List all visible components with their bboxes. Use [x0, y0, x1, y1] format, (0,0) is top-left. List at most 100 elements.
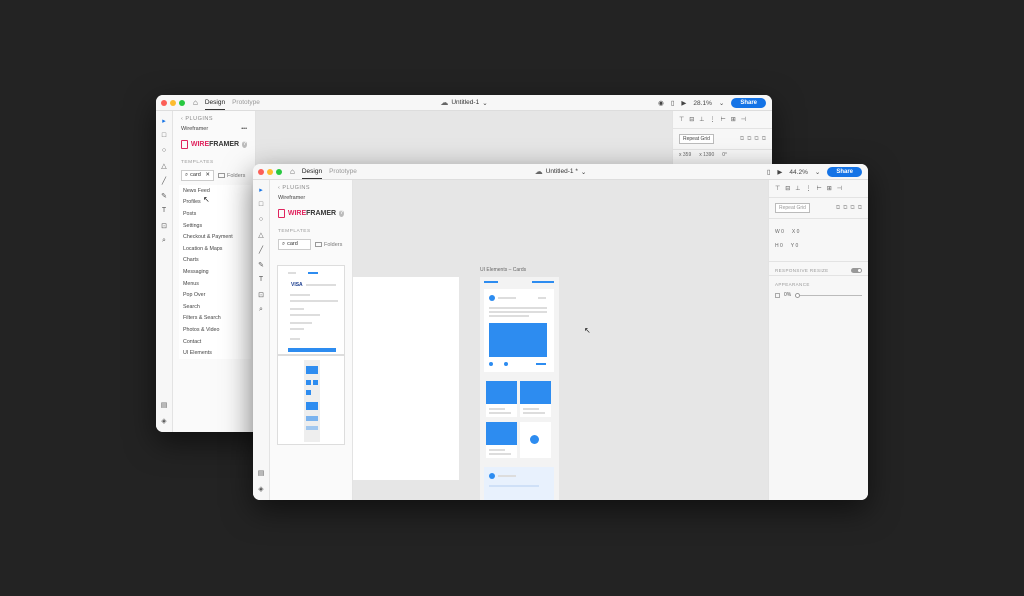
zoom-tool-icon[interactable]: ⌕ — [159, 235, 170, 246]
align-right-icon[interactable]: ⊣ — [837, 185, 842, 192]
align-bottom-icon[interactable]: ⊥ — [795, 185, 800, 192]
add-icon[interactable]: ⧉ — [740, 136, 744, 143]
select-tool-icon[interactable]: ▸ — [159, 115, 170, 126]
align-middle-icon[interactable]: ⊟ — [785, 185, 790, 192]
list-item[interactable]: Search — [179, 301, 251, 313]
tab-prototype[interactable]: Prototype — [329, 165, 357, 178]
layers-icon[interactable]: ◈ — [159, 415, 170, 426]
play-icon[interactable]: ▶ — [777, 168, 782, 176]
assets-icon[interactable]: ▤ — [159, 399, 170, 410]
opacity-slider[interactable] — [795, 292, 862, 298]
align-middle-icon[interactable]: ⊟ — [689, 116, 694, 123]
chevron-down-icon[interactable]: ⌄ — [815, 168, 820, 176]
exclude-icon[interactable]: ⧉ — [858, 205, 862, 212]
repeat-grid-button[interactable]: Repeat Grid — [775, 203, 810, 213]
align-right-icon[interactable]: ⊣ — [741, 116, 746, 123]
list-item[interactable]: UI Elements — [179, 347, 251, 359]
help-icon[interactable]: ? — [339, 210, 344, 217]
align-top-icon[interactable]: ⊤ — [679, 116, 684, 123]
search-input[interactable]: ⌕ card ✕ — [181, 170, 214, 181]
repeat-grid-button[interactable]: Repeat Grid — [679, 134, 714, 144]
align-bottom-icon[interactable]: ⊥ — [699, 116, 704, 123]
intersect-icon[interactable]: ⧉ — [850, 205, 854, 212]
distribute-icon[interactable]: ⋮ — [710, 116, 716, 123]
ellipse-tool-icon[interactable]: ○ — [256, 214, 267, 225]
align-center-icon[interactable]: ⊞ — [731, 116, 736, 123]
clear-icon[interactable]: ✕ — [205, 172, 210, 179]
template-thumbnail-checkout[interactable]: VISA — [277, 265, 345, 355]
list-item[interactable]: Pop Over — [179, 289, 251, 301]
list-item[interactable]: Location & Maps — [179, 243, 251, 255]
cards-artboard[interactable] — [480, 277, 559, 500]
zoom-level[interactable]: 44.2% — [789, 169, 807, 176]
rotation[interactable]: 0° — [722, 152, 727, 158]
text-tool-icon[interactable]: T — [256, 274, 267, 285]
zoom-level[interactable]: 28.1% — [693, 100, 711, 107]
intersect-icon[interactable]: ⧉ — [754, 136, 758, 143]
assets-icon[interactable]: ▤ — [256, 467, 267, 478]
list-item[interactable]: Messaging — [179, 266, 251, 278]
list-item[interactable]: Contact — [179, 336, 251, 348]
list-item[interactable]: Posts — [179, 208, 251, 220]
align-top-icon[interactable]: ⊤ — [775, 185, 780, 192]
opacity-checkbox[interactable] — [775, 292, 780, 298]
width-field[interactable]: W 0 — [775, 229, 784, 235]
rectangle-tool-icon[interactable]: □ — [256, 199, 267, 210]
maximize-window-button[interactable] — [276, 168, 282, 175]
subtract-icon[interactable]: ⧉ — [747, 136, 751, 143]
canvas[interactable]: UI Elements – Cards ↖ — [353, 180, 768, 500]
y-coordinate[interactable]: x 1390 — [699, 152, 714, 158]
y-field[interactable]: Y 0 — [791, 243, 798, 249]
help-icon[interactable]: ? — [242, 141, 247, 148]
x-field[interactable]: X 0 — [792, 229, 800, 235]
phone-icon[interactable]: ▯ — [671, 99, 675, 107]
list-item[interactable]: Charts — [179, 255, 251, 267]
polygon-tool-icon[interactable]: △ — [256, 229, 267, 240]
line-tool-icon[interactable]: ╱ — [256, 244, 267, 255]
subtract-icon[interactable]: ⧉ — [843, 205, 847, 212]
list-item[interactable]: Menus — [179, 278, 251, 290]
close-window-button[interactable] — [258, 168, 264, 175]
align-center-icon[interactable]: ⊞ — [827, 185, 832, 192]
zoom-tool-icon[interactable]: ⌕ — [256, 304, 267, 315]
tab-design[interactable]: Design — [204, 96, 226, 110]
minimize-window-button[interactable] — [170, 99, 176, 106]
plugins-back-link[interactable]: ‹ PLUGINS — [270, 180, 352, 191]
search-input[interactable]: ⌕ card — [278, 239, 311, 250]
add-icon[interactable]: ⧉ — [836, 205, 840, 212]
share-button[interactable]: Share — [731, 98, 766, 108]
polygon-tool-icon[interactable]: △ — [159, 160, 170, 171]
opacity-value[interactable]: 0% — [784, 292, 791, 298]
exclude-icon[interactable]: ⧉ — [762, 136, 766, 143]
pen-tool-icon[interactable]: ✎ — [256, 259, 267, 270]
artboard-tool-icon[interactable]: ⊡ — [256, 289, 267, 300]
chevron-down-icon[interactable]: ⌄ — [719, 99, 724, 107]
select-tool-icon[interactable]: ▸ — [256, 184, 267, 195]
list-item[interactable]: Profiles — [179, 197, 251, 209]
document-title[interactable]: ☁ Untitled-1 ⌄ — [440, 98, 487, 107]
share-button[interactable]: Share — [827, 167, 862, 177]
slider-knob[interactable] — [795, 292, 801, 298]
minimize-window-button[interactable] — [267, 168, 273, 175]
text-tool-icon[interactable]: T — [159, 205, 170, 216]
more-icon[interactable]: ••• — [241, 126, 247, 132]
close-window-button[interactable] — [161, 99, 167, 106]
blank-artboard[interactable] — [353, 277, 459, 480]
x-coordinate[interactable]: x 359 — [679, 152, 691, 158]
list-item[interactable]: News Feed — [179, 185, 251, 197]
pen-tool-icon[interactable]: ✎ — [159, 190, 170, 201]
phone-icon[interactable]: ▯ — [767, 168, 771, 176]
ellipse-tool-icon[interactable]: ○ — [159, 145, 170, 156]
folders-button[interactable]: Folders — [218, 173, 245, 179]
height-field[interactable]: H 0 — [775, 243, 783, 249]
template-thumbnail-cards[interactable] — [277, 355, 345, 445]
plugins-back-link[interactable]: ‹ PLUGINS — [173, 111, 255, 122]
list-item[interactable]: Photos & Video — [179, 324, 251, 336]
user-icon[interactable]: ◉ — [658, 99, 664, 107]
play-icon[interactable]: ▶ — [681, 99, 686, 107]
list-item[interactable]: Settings — [179, 220, 251, 232]
distribute-icon[interactable]: ⋮ — [806, 185, 812, 192]
maximize-window-button[interactable] — [179, 99, 185, 106]
home-icon[interactable]: ⌂ — [193, 98, 198, 107]
line-tool-icon[interactable]: ╱ — [159, 175, 170, 186]
